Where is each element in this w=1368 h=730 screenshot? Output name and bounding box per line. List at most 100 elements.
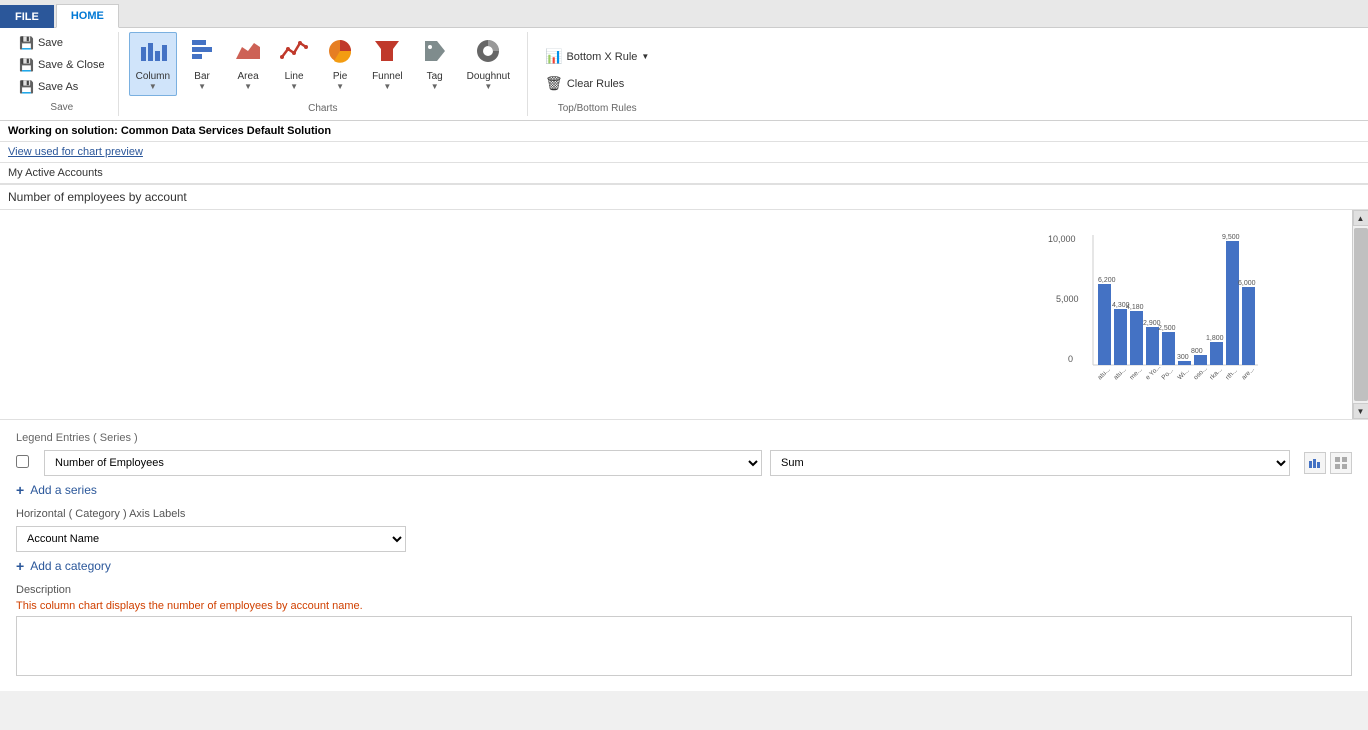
- series-row: Number of Employees Sum: [16, 450, 1352, 476]
- svg-text:rth...: rth...: [1225, 367, 1239, 381]
- pie-icon: [326, 37, 354, 69]
- view-bar-link[interactable]: View used for chart preview: [0, 142, 1368, 163]
- area-icon: [234, 37, 262, 69]
- account-bar: My Active Accounts: [0, 163, 1368, 184]
- bar-type-icon[interactable]: [1304, 452, 1326, 474]
- line-dropdown-arrow: ▼: [290, 82, 298, 91]
- tag-chart-button[interactable]: Tag ▼: [414, 32, 456, 96]
- svg-text:oso...: oso...: [1193, 365, 1209, 381]
- bottom-x-rule-label: Bottom X Rule: [566, 51, 637, 63]
- svg-text:e Yo...: e Yo...: [1145, 363, 1163, 381]
- add-series-icon: +: [16, 482, 24, 498]
- svg-text:are...: are...: [1241, 366, 1257, 382]
- column-icon: [139, 37, 167, 69]
- column-chart-button[interactable]: Column ▼: [129, 32, 177, 96]
- grid-type-icon[interactable]: [1330, 452, 1352, 474]
- funnel-icon: [373, 37, 401, 69]
- top-bottom-col: 📊 Bottom X Rule ▼ 🗑 Clear Rules: [538, 44, 656, 96]
- svg-text:Po...: Po...: [1161, 367, 1176, 382]
- save-as-button[interactable]: 💾 Save As: [14, 77, 110, 97]
- clear-rules-icon: 🗑: [545, 75, 563, 92]
- vertical-scrollbar[interactable]: ▲ ▼: [1352, 210, 1368, 419]
- save-button[interactable]: 💾 Save: [14, 33, 110, 53]
- scroll-thumb[interactable]: [1354, 228, 1368, 401]
- charts-group: Column ▼ Bar ▼: [119, 32, 528, 116]
- save-as-label: Save As: [38, 81, 78, 93]
- bar-chart-button[interactable]: Bar ▼: [181, 32, 223, 96]
- svg-text:rka...: rka...: [1209, 366, 1224, 381]
- svg-text:300: 300: [1177, 354, 1189, 361]
- save-close-button[interactable]: 💾 Save & Close: [14, 55, 110, 75]
- funnel-chart-button[interactable]: Funnel ▼: [365, 32, 410, 96]
- description-textarea[interactable]: [16, 616, 1352, 676]
- funnel-label: Funnel: [372, 71, 403, 82]
- doughnut-chart-button[interactable]: Doughnut ▼: [460, 32, 517, 96]
- add-series-button[interactable]: + Add a series: [16, 482, 1352, 498]
- bottom-x-rule-button[interactable]: 📊 Bottom X Rule ▼: [538, 44, 656, 69]
- add-category-button[interactable]: + Add a category: [16, 558, 1352, 574]
- chart-title: Number of employees by account: [0, 184, 1368, 210]
- save-close-icon: 💾: [19, 58, 34, 72]
- legend-title: Legend Entries ( Series ): [16, 432, 1352, 444]
- svg-text:5,000: 5,000: [1056, 294, 1079, 304]
- bottom-x-rule-arrow: ▼: [641, 52, 649, 61]
- svg-text:atu...: atu...: [1113, 366, 1128, 381]
- save-icon: 💾: [19, 36, 34, 50]
- svg-text:9,500: 9,500: [1222, 234, 1240, 241]
- clear-rules-label: Clear Rules: [567, 78, 624, 90]
- category-field-dropdown[interactable]: Account Name: [16, 526, 406, 552]
- add-category-label: Add a category: [30, 559, 111, 573]
- bottom-x-rule-icon: 📊: [545, 48, 562, 65]
- tab-bar: FILE HOME: [0, 0, 1368, 28]
- svg-text:1,800: 1,800: [1206, 335, 1224, 342]
- top-bottom-rules-group: 📊 Bottom X Rule ▼ 🗑 Clear Rules Top/Bott…: [528, 32, 666, 116]
- series-checkbox[interactable]: [16, 455, 36, 471]
- top-bottom-group-label: Top/Bottom Rules: [558, 100, 637, 116]
- svg-text:6,200: 6,200: [1098, 277, 1116, 284]
- column-dropdown-arrow: ▼: [149, 82, 157, 91]
- add-series-label: Add a series: [30, 483, 97, 497]
- save-as-icon: 💾: [19, 80, 34, 94]
- line-icon: [280, 37, 308, 69]
- chart-area: 10,000 5,000 0 Sum (Numb... 6,200 4,300 …: [0, 210, 1368, 420]
- tab-file[interactable]: FILE: [0, 5, 54, 28]
- svg-text:me...: me...: [1129, 366, 1144, 381]
- area-chart-button[interactable]: Area ▼: [227, 32, 269, 96]
- bar-label: Bar: [194, 71, 210, 82]
- scroll-down-arrow[interactable]: ▼: [1353, 403, 1368, 419]
- main-content: Working on solution: Common Data Service…: [0, 121, 1368, 691]
- bar-dropdown-arrow: ▼: [198, 82, 206, 91]
- save-close-label: Save & Close: [38, 59, 105, 71]
- bar-icon: [188, 37, 216, 69]
- horizontal-axis-title: Horizontal ( Category ) Axis Labels: [16, 508, 1352, 520]
- working-bar: Working on solution: Common Data Service…: [0, 121, 1368, 142]
- svg-text:0: 0: [1068, 354, 1073, 364]
- svg-text:Wi...: Wi...: [1177, 367, 1191, 381]
- series-checkbox-input[interactable]: [16, 455, 29, 468]
- scroll-up-arrow[interactable]: ▲: [1353, 210, 1368, 226]
- pie-label: Pie: [333, 71, 347, 82]
- tag-label: Tag: [427, 71, 443, 82]
- ribbon: 💾 Save 💾 Save & Close 💾 Save As Save: [0, 28, 1368, 121]
- area-label: Area: [238, 71, 259, 82]
- save-group: 💾 Save 💾 Save & Close 💾 Save As Save: [6, 32, 119, 116]
- clear-rules-button[interactable]: 🗑 Clear Rules: [538, 71, 656, 96]
- svg-text:800: 800: [1191, 348, 1203, 355]
- line-chart-button[interactable]: Line ▼: [273, 32, 315, 96]
- description-title: Description: [16, 584, 1352, 596]
- svg-text:atu...: atu...: [1097, 366, 1112, 381]
- save-label: Save: [38, 37, 63, 49]
- config-area: Legend Entries ( Series ) Number of Empl…: [0, 420, 1368, 691]
- add-category-icon: +: [16, 558, 24, 574]
- description-hint-text: This column chart displays the number of…: [16, 600, 1352, 612]
- series-field-dropdown[interactable]: Number of Employees: [44, 450, 762, 476]
- pie-chart-button[interactable]: Pie ▼: [319, 32, 361, 96]
- doughnut-dropdown-arrow: ▼: [484, 82, 492, 91]
- aggregation-dropdown[interactable]: Sum: [770, 450, 1290, 476]
- charts-buttons: Column ▼ Bar ▼: [129, 32, 517, 100]
- svg-text:10,000: 10,000: [1048, 234, 1076, 244]
- tab-home[interactable]: HOME: [56, 4, 119, 28]
- doughnut-icon: [474, 37, 502, 69]
- tag-icon: [421, 37, 449, 69]
- svg-text:6,000: 6,000: [1238, 280, 1256, 287]
